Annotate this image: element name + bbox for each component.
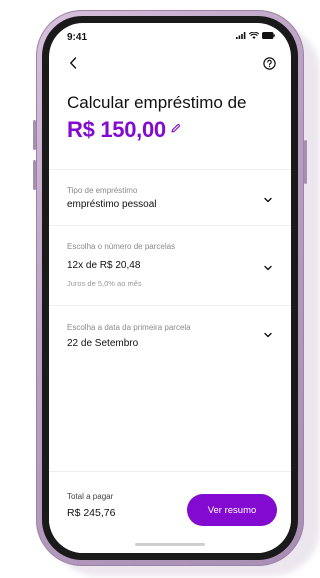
chevron-down-icon [264,265,272,271]
loan-type-value: empréstimo pessoal [67,199,157,210]
signal-icon [236,32,246,39]
status-time: 9:41 [67,32,88,43]
installments-selector[interactable]: Escolha o número de parcelas 12x de R$ 2… [49,225,291,306]
loan-type-label: Tipo de empréstimo [67,186,138,195]
total-label: Total a pagar [67,492,114,501]
home-indicator [135,543,205,546]
back-button[interactable] [65,55,81,71]
first-installment-date-selector[interactable]: Escolha a data da primeira parcela 22 de… [49,305,291,472]
loan-amount[interactable]: R$ 150,00 [67,117,166,143]
battery-icon [262,32,275,39]
question-circle-icon [262,56,276,70]
installments-label: Escolha o número de parcelas [67,242,176,251]
installments-value: 12x de R$ 20,48 [67,260,141,271]
loan-type-selector[interactable]: Tipo de empréstimo empréstimo pessoal [49,169,291,226]
chevron-down-icon [264,197,272,203]
stage: 9:41 Calcular empréstimo de R$ 150,00 Ti… [0,0,320,578]
status-bar: 9:41 [49,23,291,51]
status-icons [236,32,275,39]
phone-side-button [304,140,307,184]
total-value: R$ 245,76 [67,507,116,519]
help-button[interactable] [261,55,277,71]
view-summary-button[interactable]: Ver resumo [187,494,277,526]
phone-side-button [33,160,36,190]
pencil-icon [171,123,181,133]
page-title: Calcular empréstimo de [67,93,247,112]
amount-row: R$ 150,00 [67,117,182,143]
interest-rate-text: Juros de 5,0% ao mês [67,279,142,288]
phone-side-button [33,120,36,150]
footer: Total a pagar R$ 245,76 Ver resumo [49,471,291,553]
chevron-left-icon [70,57,77,69]
first-installment-date-label: Escolha a data da primeira parcela [67,323,191,332]
wifi-icon [249,32,259,39]
first-installment-date-value: 22 de Setembro [67,338,139,349]
phone-screen: 9:41 Calcular empréstimo de R$ 150,00 Ti… [49,23,291,553]
edit-amount-button[interactable] [170,122,182,134]
chevron-down-icon [264,332,272,338]
